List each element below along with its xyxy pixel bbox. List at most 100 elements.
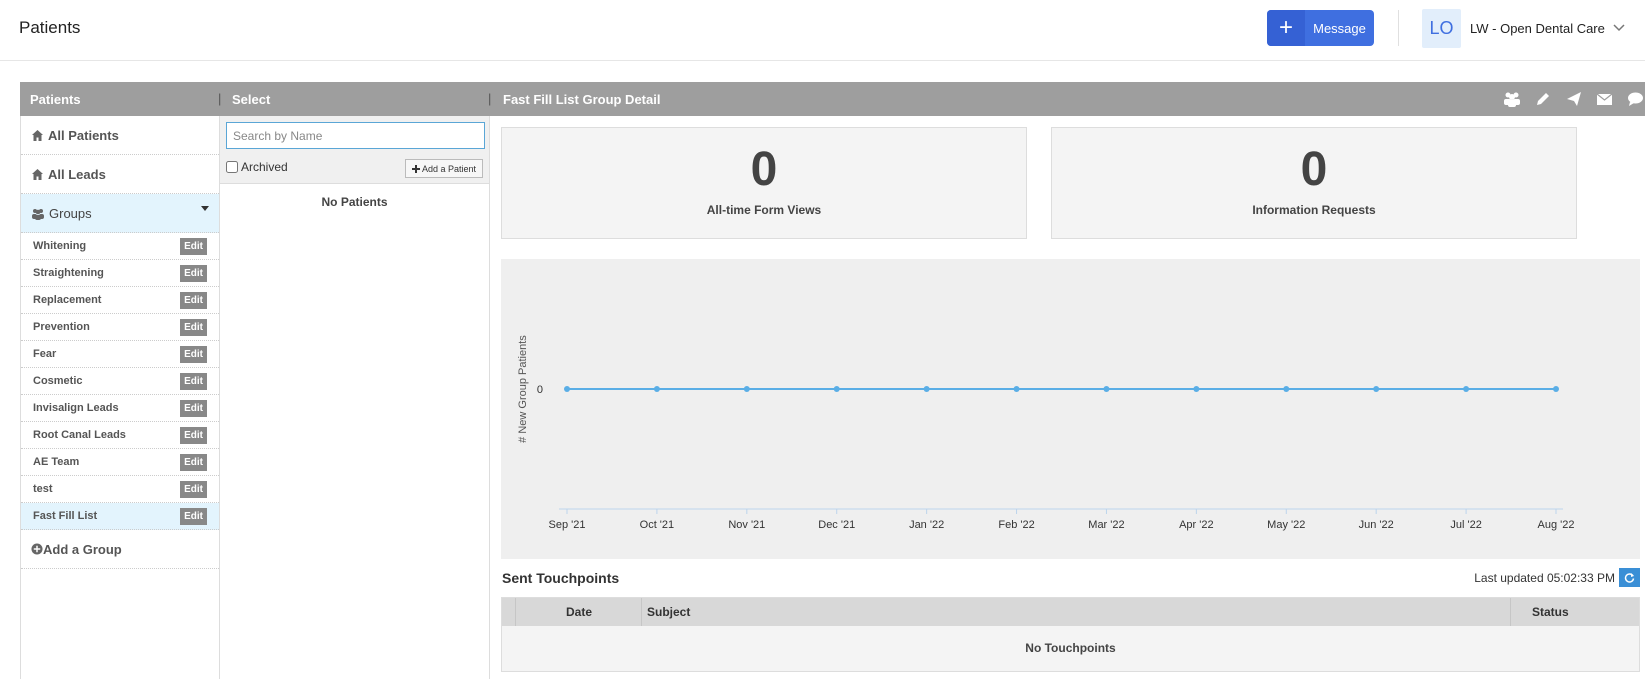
- group-row[interactable]: Replacement Edit: [21, 287, 219, 314]
- x-tick-label: Oct '21: [640, 519, 675, 531]
- column-header-status[interactable]: Status: [1532, 605, 1569, 619]
- search-input[interactable]: [226, 122, 485, 149]
- form-views-label: All-time Form Views: [706, 203, 822, 217]
- edit-group-button[interactable]: Edit: [180, 291, 207, 309]
- group-label: Prevention: [33, 321, 90, 333]
- plus-icon: [411, 164, 420, 173]
- edit-group-button[interactable]: Edit: [180, 237, 207, 255]
- group-row[interactable]: Whitening Edit: [21, 233, 219, 260]
- edit-group-button[interactable]: Edit: [180, 453, 207, 471]
- info-requests-label: Information Requests: [1252, 203, 1376, 217]
- group-row[interactable]: Straightening Edit: [21, 260, 219, 287]
- x-tick-label: May '22: [1267, 519, 1305, 531]
- add-group-label: Add a Group: [43, 541, 122, 557]
- header-separator: |: [488, 91, 492, 106]
- plus-icon: +: [1267, 10, 1305, 46]
- group-row[interactable]: Fear Edit: [21, 341, 219, 368]
- archived-checkbox[interactable]: Archived: [226, 160, 288, 174]
- pencil-icon[interactable]: [1533, 90, 1552, 108]
- add-patient-button[interactable]: Add a Patient: [404, 159, 483, 178]
- sidebar-item-groups[interactable]: Groups: [21, 194, 219, 233]
- edit-group-button[interactable]: Edit: [180, 345, 207, 363]
- group-row[interactable]: Fast Fill List Edit: [21, 503, 219, 530]
- edit-group-button[interactable]: Edit: [180, 507, 207, 525]
- message-button[interactable]: + Message: [1267, 10, 1374, 46]
- add-group-button[interactable]: Add a Group: [21, 530, 219, 569]
- x-tick-label: Jul '22: [1450, 519, 1481, 531]
- form-views-card: 0 All-time Form Views: [501, 127, 1027, 239]
- data-point: [923, 386, 930, 392]
- header-separator: |: [218, 91, 222, 106]
- group-row[interactable]: test Edit: [21, 476, 219, 503]
- edit-group-button[interactable]: Edit: [180, 318, 207, 336]
- x-tick-label: Aug '22: [1538, 519, 1575, 531]
- select-panel: Archived Add a Patient No Patients: [220, 116, 490, 679]
- users-icon: [32, 208, 44, 220]
- edit-group-button[interactable]: Edit: [180, 426, 207, 444]
- data-point: [1373, 386, 1380, 392]
- envelope-icon[interactable]: [1595, 90, 1614, 108]
- data-point: [1013, 386, 1020, 392]
- empty-touchpoints-message: No Touchpoints: [1025, 641, 1116, 655]
- group-label: test: [33, 483, 53, 495]
- patients-panel-title: Patients: [30, 92, 81, 107]
- refresh-icon: [1624, 573, 1635, 583]
- data-point: [1103, 386, 1110, 392]
- header-divider: [1398, 10, 1399, 46]
- column-header-date[interactable]: Date: [566, 605, 592, 619]
- group-label: Replacement: [33, 294, 102, 306]
- touchpoints-table-header: Date Subject Status: [502, 598, 1639, 626]
- data-point: [833, 386, 840, 392]
- chevron-down-icon[interactable]: [1612, 20, 1626, 34]
- account-name[interactable]: LW - Open Dental Care: [1470, 21, 1605, 36]
- group-row[interactable]: AE Team Edit: [21, 449, 219, 476]
- edit-group-button[interactable]: Edit: [180, 264, 207, 282]
- refresh-button[interactable]: [1619, 568, 1640, 587]
- group-row[interactable]: Prevention Edit: [21, 314, 219, 341]
- sidebar-item-all-leads[interactable]: All Leads: [21, 155, 219, 194]
- sidebar-item-label: All Patients: [48, 127, 119, 143]
- column-header-subject[interactable]: Subject: [647, 605, 690, 619]
- caret-down-icon[interactable]: [201, 206, 209, 211]
- group-label: Cosmetic: [33, 375, 83, 387]
- send-icon[interactable]: [1564, 90, 1583, 108]
- top-bar: Patients + Message LO LW - Open Dental C…: [0, 0, 1645, 61]
- avatar[interactable]: LO: [1422, 9, 1461, 48]
- group-list: Whitening Edit Straightening Edit Replacemen…: [21, 233, 219, 530]
- touchpoints-title: Sent Touchpoints: [502, 570, 620, 586]
- data-point: [743, 386, 750, 392]
- home-icon: [32, 129, 43, 141]
- group-label: Root Canal Leads: [33, 429, 126, 441]
- edit-group-button[interactable]: Edit: [180, 480, 207, 498]
- group-row[interactable]: Cosmetic Edit: [21, 368, 219, 395]
- select-panel-title: Select: [232, 92, 271, 107]
- edit-group-button[interactable]: Edit: [180, 372, 207, 390]
- x-tick-label: Feb '22: [998, 519, 1034, 531]
- group-label: Invisalign Leads: [33, 402, 119, 414]
- chart-canvas: # New Group Patients 0 Sep '21 Oct '21 Nov '…: [517, 335, 1575, 531]
- data-point: [1283, 386, 1290, 392]
- sidebar-item-label: Groups: [49, 205, 92, 221]
- column-divider: [641, 598, 642, 626]
- sidebar-item-all-patients[interactable]: All Patients: [21, 116, 219, 155]
- data-point: [564, 386, 570, 392]
- search-area: Archived Add a Patient: [220, 116, 489, 184]
- users-icon[interactable]: [1502, 90, 1521, 108]
- data-point: [1193, 386, 1200, 392]
- archived-checkbox-input[interactable]: [226, 161, 238, 173]
- page-title: Patients: [19, 18, 81, 37]
- y-axis-label: # New Group Patients: [517, 335, 529, 443]
- group-label: Straightening: [33, 267, 104, 279]
- group-label: Fast Fill List: [33, 510, 98, 522]
- group-row[interactable]: Invisalign Leads Edit: [21, 395, 219, 422]
- group-label: Fear: [33, 348, 57, 360]
- x-tick-label: Mar '22: [1088, 519, 1124, 531]
- column-divider: [1510, 598, 1511, 626]
- edit-group-button[interactable]: Edit: [180, 399, 207, 417]
- comment-icon[interactable]: [1626, 90, 1645, 108]
- new-patients-chart: # New Group Patients 0 Sep '21 Oct '21 Nov '…: [501, 259, 1640, 559]
- y-tick-label: 0: [537, 384, 543, 396]
- add-patient-label: Add a Patient: [421, 163, 476, 174]
- group-row[interactable]: Root Canal Leads Edit: [21, 422, 219, 449]
- info-requests-value: 0: [1300, 143, 1328, 196]
